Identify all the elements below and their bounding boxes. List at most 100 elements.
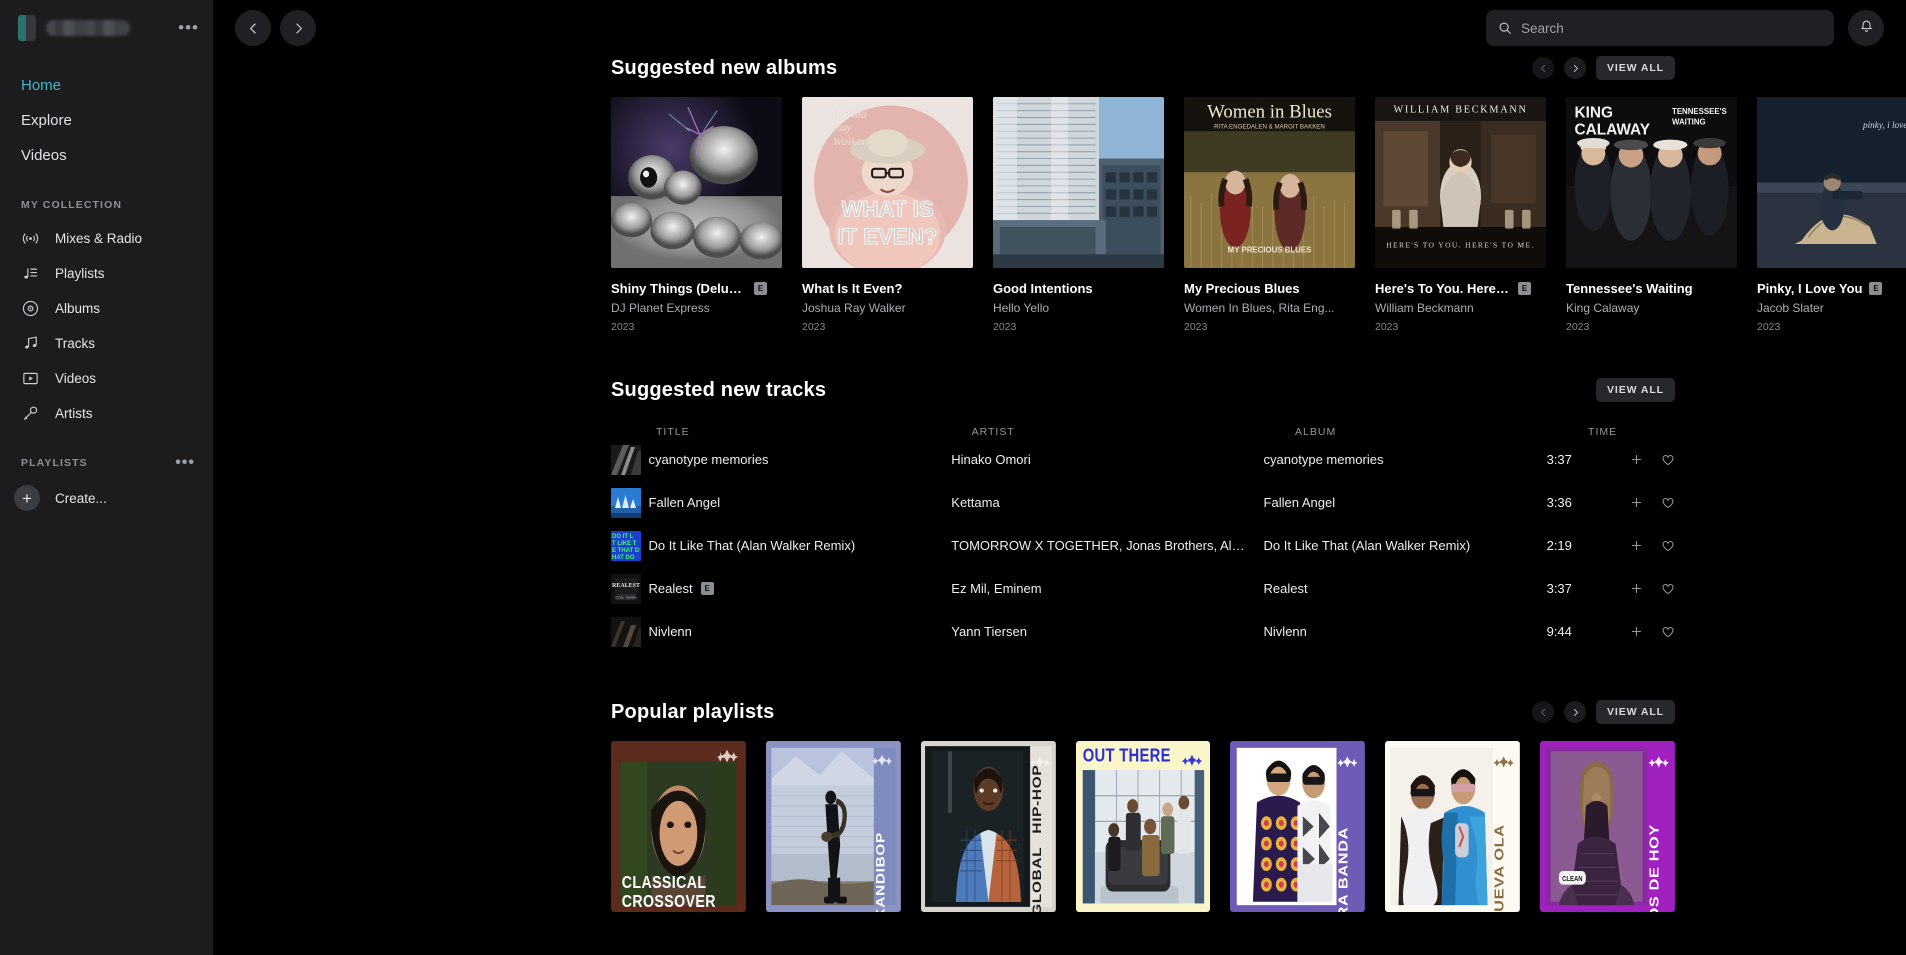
table-row[interactable]: REALEST EZ MIL · EMINEM Realest E Ez Mil… <box>611 567 1675 610</box>
track-time: 3:37 <box>1547 452 1630 467</box>
playlist-card[interactable]: PURA BANDA <box>1230 741 1365 912</box>
table-row[interactable]: Nivlenn Yann Tiersen Nivlenn 9:44 <box>611 610 1675 653</box>
table-row[interactable]: DO IT L T LIKE T E THAT D HAT DO Do It L… <box>611 524 1675 567</box>
sidebar-item-videos-collection[interactable]: Videos <box>0 361 213 396</box>
chevron-left-icon <box>1539 61 1548 76</box>
playlist-card[interactable]: LA NUEVA OLA <box>1385 741 1520 912</box>
sidebar-item-mixes-radio[interactable]: Mixes & Radio <box>0 221 213 256</box>
track-actions <box>1630 625 1675 639</box>
svg-text:CROSSOVER: CROSSOVER <box>622 891 716 911</box>
album-card[interactable]: Shiny Things (Deluxe... E DJ Planet Expr… <box>611 97 782 333</box>
back-button[interactable] <box>235 10 271 46</box>
playlists-next-button[interactable] <box>1564 701 1586 723</box>
playlist-card[interactable]: CLASSICAL CROSSOVER <box>611 741 746 912</box>
disc-icon <box>21 299 40 318</box>
svg-text:WAITING: WAITING <box>1672 117 1706 126</box>
add-icon[interactable] <box>1630 453 1643 466</box>
track-time: 3:36 <box>1547 495 1630 510</box>
add-icon[interactable] <box>1630 539 1643 552</box>
playlists-prev-button[interactable] <box>1532 701 1554 723</box>
album-card[interactable]: KING CALAWAY TENNESSEE'S WAITING Tenness… <box>1566 97 1737 333</box>
album-year: 2023 <box>802 321 973 333</box>
track-title-cell: Nivlenn <box>649 624 952 639</box>
sidebar-item-label: Artists <box>55 406 93 421</box>
sidebar-item-artists[interactable]: Artists <box>0 396 213 431</box>
album-title-row: What Is It Even? <box>802 281 973 296</box>
album-title: My Precious Blues <box>1184 281 1300 296</box>
track-album: cyanotype memories <box>1264 452 1547 467</box>
sidebar-item-tracks[interactable]: Tracks <box>0 326 213 361</box>
album-title-row: Here's To You. Here's T... E <box>1375 281 1546 296</box>
album-year: 2023 <box>1757 321 1906 333</box>
svg-text:GLOBAL: GLOBAL <box>1029 847 1043 912</box>
album-artist: King Calaway <box>1566 301 1737 315</box>
chevron-left-icon <box>1539 705 1548 720</box>
search-icon <box>1498 21 1512 35</box>
heart-icon[interactable] <box>1661 453 1675 467</box>
sidebar-item-explore[interactable]: Explore <box>0 103 213 138</box>
svg-text:PURA BANDA: PURA BANDA <box>1337 827 1351 912</box>
albums-next-button[interactable] <box>1564 57 1586 79</box>
svg-text:WILLIAM BECKMANN: WILLIAM BECKMANN <box>1393 104 1527 115</box>
albums-prev-button[interactable] <box>1532 57 1554 79</box>
heart-icon[interactable] <box>1661 625 1675 639</box>
create-playlist-button[interactable]: + Create... <box>0 479 213 517</box>
track-album: Realest <box>1264 581 1547 596</box>
tracks-section-controls: VIEW ALL <box>1596 378 1675 402</box>
playlists-section-controls: VIEW ALL <box>1532 700 1675 724</box>
sidebar-item-videos[interactable]: Videos <box>0 138 213 173</box>
album-artwork[interactable]: pinky, i love you <box>1757 97 1906 268</box>
sidebar-account-header[interactable]: ••• <box>0 0 213 56</box>
album-artwork[interactable]: KING CALAWAY TENNESSEE'S WAITING <box>1566 97 1737 268</box>
account-more-icon[interactable]: ••• <box>178 23 199 33</box>
forward-button[interactable] <box>280 10 316 46</box>
playlists-more-icon[interactable]: ••• <box>175 459 195 467</box>
playlist-card[interactable]: SKANDIBOP <box>766 741 901 912</box>
sidebar-item-albums[interactable]: Albums <box>0 291 213 326</box>
table-row[interactable]: cyanotype memories Hinako Omori cyanotyp… <box>611 438 1675 481</box>
albums-view-all-button[interactable]: VIEW ALL <box>1596 56 1675 80</box>
album-card[interactable]: pinky, i love you Pinky, I Love You E Ja… <box>1757 97 1906 333</box>
svg-text:CALAWAY: CALAWAY <box>1575 122 1650 139</box>
add-icon[interactable] <box>1630 625 1643 638</box>
track-artwork: DO IT L T LIKE T E THAT D HAT DO <box>611 531 641 561</box>
album-card[interactable]: WHAT IS IT EVEN? Joshua Ray Walker What … <box>802 97 973 333</box>
svg-text:Women in Blues: Women in Blues <box>1207 102 1332 123</box>
album-artwork[interactable]: Women in Blues RITA ENGEDALEN & MARGIT B… <box>1184 97 1355 268</box>
album-artwork[interactable] <box>611 97 782 268</box>
svg-text:IT EVEN?: IT EVEN? <box>838 224 938 249</box>
search-box[interactable] <box>1486 10 1834 46</box>
my-collection-label: MY COLLECTION <box>0 199 213 211</box>
svg-text:pinky, i love you: pinky, i love you <box>1862 120 1906 130</box>
heart-icon[interactable] <box>1661 582 1675 596</box>
add-icon[interactable] <box>1630 496 1643 509</box>
add-icon[interactable] <box>1630 582 1643 595</box>
album-artist: Jacob Slater <box>1757 301 1906 315</box>
album-card[interactable]: WILLIAM BECKMANN HERE'S TO YOU. HERE'S T… <box>1375 97 1546 333</box>
track-time: 9:44 <box>1547 624 1630 639</box>
sidebar-item-home[interactable]: Home <box>0 68 213 103</box>
heart-icon[interactable] <box>1661 539 1675 553</box>
tracks-view-all-button[interactable]: VIEW ALL <box>1596 378 1675 402</box>
album-artwork[interactable]: WHAT IS IT EVEN? Joshua Ray Walker <box>802 97 973 268</box>
track-actions <box>1630 582 1675 596</box>
sidebar-item-playlists[interactable]: Playlists <box>0 256 213 291</box>
album-card[interactable]: Women in Blues RITA ENGEDALEN & MARGIT B… <box>1184 97 1355 333</box>
playlist-card[interactable]: OUT THERE <box>1076 741 1211 912</box>
chevron-right-icon <box>1571 705 1580 720</box>
track-title: Realest <box>649 581 693 596</box>
album-artwork[interactable] <box>993 97 1164 268</box>
create-playlist-label: Create... <box>55 491 107 506</box>
playlists-view-all-button[interactable]: VIEW ALL <box>1596 700 1675 724</box>
track-artwork <box>611 488 641 518</box>
music-note-icon <box>21 334 40 353</box>
album-artwork[interactable]: WILLIAM BECKMANN HERE'S TO YOU. HERE'S T… <box>1375 97 1546 268</box>
svg-text:KING: KING <box>1575 105 1613 122</box>
notifications-button[interactable] <box>1848 10 1884 46</box>
playlist-card[interactable]: CLEAN ÉXITOS DE HOY <box>1540 741 1675 912</box>
heart-icon[interactable] <box>1661 496 1675 510</box>
playlist-card[interactable]: GLOBAL HIP-HOP <box>921 741 1056 912</box>
search-input[interactable] <box>1521 21 1822 36</box>
album-card[interactable]: Good Intentions Hello Yello 2023 <box>993 97 1164 333</box>
table-row[interactable]: Fallen Angel Kettama Fallen Angel 3:36 <box>611 481 1675 524</box>
